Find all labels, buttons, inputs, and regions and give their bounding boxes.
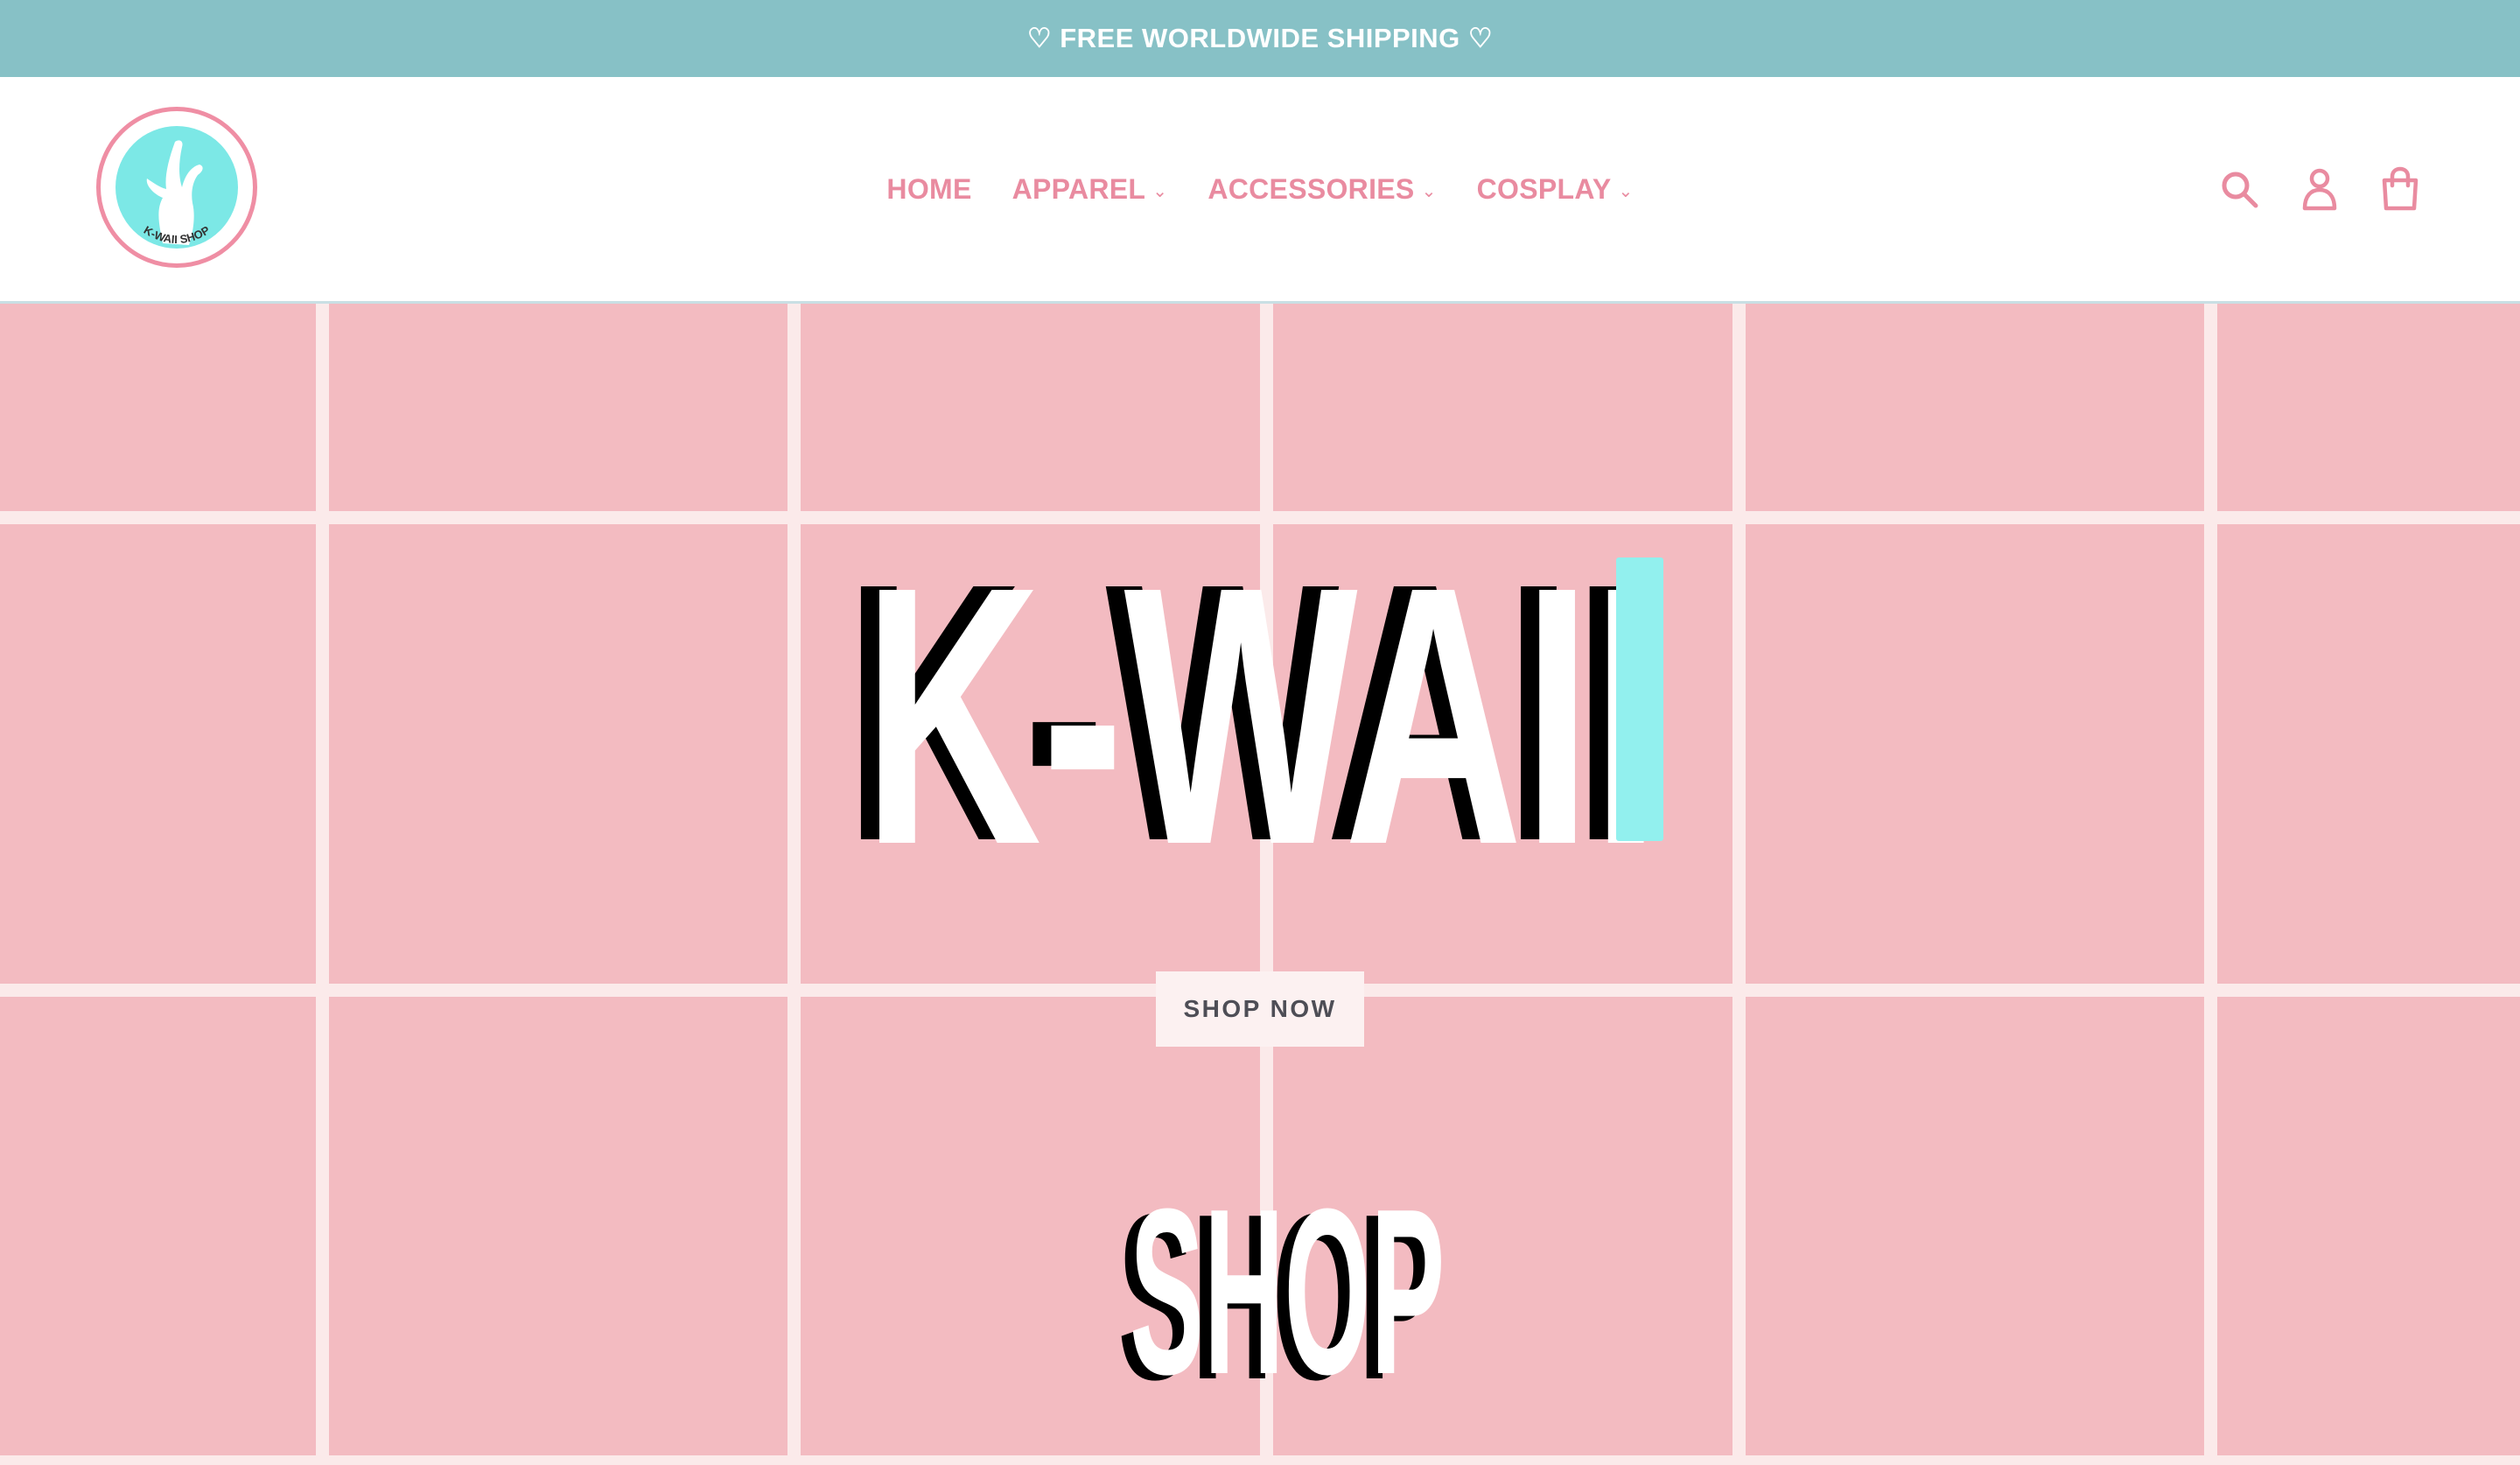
search-icon[interactable]	[2216, 165, 2263, 213]
grid-line	[2204, 304, 2217, 1465]
grid-line	[316, 304, 329, 1465]
nav-item-label: COSPLAY	[1476, 172, 1612, 205]
hero-subtitle-text: SHOP	[1130, 1160, 1445, 1406]
nav-item-accessories[interactable]: ACCESSORIES ⌄	[1208, 173, 1436, 206]
chevron-down-icon: ⌄	[1152, 181, 1168, 201]
announcement-text: ♡ FREE WORLDWIDE SHIPPING ♡	[1026, 23, 1494, 53]
grid-line	[1732, 304, 1746, 1465]
site-header: K-WAII SHOP HOME APPAREL ⌄ ACCESSORIES ⌄…	[0, 77, 2520, 304]
chevron-down-icon: ⌄	[1618, 181, 1634, 201]
header-actions	[2216, 77, 2424, 301]
account-icon[interactable]	[2296, 165, 2343, 213]
nav-item-label: HOME	[886, 172, 972, 205]
nav-item-apparel[interactable]: APPAREL ⌄	[1012, 173, 1168, 206]
hero-title: K-WAII K-WAII	[844, 547, 1663, 845]
hero-subtitle: SHOP SHOP	[1118, 1160, 1445, 1406]
nav-item-cosplay[interactable]: COSPLAY ⌄	[1477, 173, 1634, 206]
main-nav: HOME APPAREL ⌄ ACCESSORIES ⌄ COSPLAY ⌄	[0, 77, 2520, 301]
announcement-bar: ♡ FREE WORLDWIDE SHIPPING ♡	[0, 0, 2520, 77]
shop-now-button[interactable]: SHOP NOW	[1156, 971, 1364, 1047]
nav-item-label: ACCESSORIES	[1208, 172, 1415, 205]
cart-icon[interactable]	[2376, 165, 2424, 213]
chevron-down-icon: ⌄	[1421, 181, 1437, 201]
hero-banner: K-WAII K-WAII SHOP NOW SHOP SHOP	[0, 304, 2520, 1465]
hero-title-text: K-WAII	[863, 547, 1660, 845]
nav-item-label: APPAREL	[1012, 172, 1146, 205]
grid-line	[788, 304, 801, 1465]
hero-title-accent	[1616, 557, 1663, 841]
grid-line	[0, 1455, 2520, 1465]
grid-line	[0, 511, 2520, 524]
nav-item-home[interactable]: HOME	[886, 173, 971, 206]
